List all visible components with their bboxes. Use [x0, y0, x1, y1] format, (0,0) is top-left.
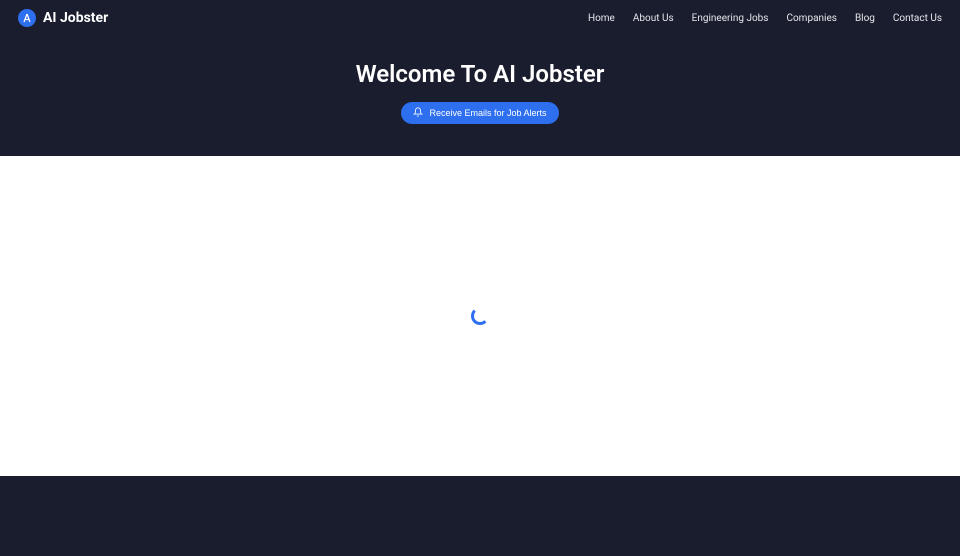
- nav-link-contact[interactable]: Contact Us: [893, 13, 942, 24]
- nav-link-about[interactable]: About Us: [633, 13, 674, 24]
- nav-bar: AI Jobster Home About Us Engineering Job…: [0, 0, 960, 36]
- nav-link-engineering-jobs[interactable]: Engineering Jobs: [692, 13, 769, 24]
- header: AI Jobster Home About Us Engineering Job…: [0, 0, 960, 156]
- job-alerts-button-label: Receive Emails for Job Alerts: [429, 108, 546, 118]
- hero-section: Welcome To AI Jobster Receive Emails for…: [0, 36, 960, 156]
- nav-link-home[interactable]: Home: [588, 13, 615, 24]
- bell-icon: [413, 107, 423, 119]
- nav-link-blog[interactable]: Blog: [855, 13, 875, 24]
- footer: [0, 476, 960, 556]
- main-content: [0, 156, 960, 476]
- nav-link-companies[interactable]: Companies: [786, 13, 836, 24]
- nav-links: Home About Us Engineering Jobs Companies…: [588, 13, 942, 24]
- hero-title: Welcome To AI Jobster: [0, 60, 960, 88]
- brand-logo-icon: [18, 9, 36, 27]
- loading-spinner-icon: [471, 307, 489, 325]
- job-alerts-button[interactable]: Receive Emails for Job Alerts: [401, 102, 558, 124]
- brand[interactable]: AI Jobster: [18, 9, 108, 27]
- brand-name: AI Jobster: [43, 10, 108, 26]
